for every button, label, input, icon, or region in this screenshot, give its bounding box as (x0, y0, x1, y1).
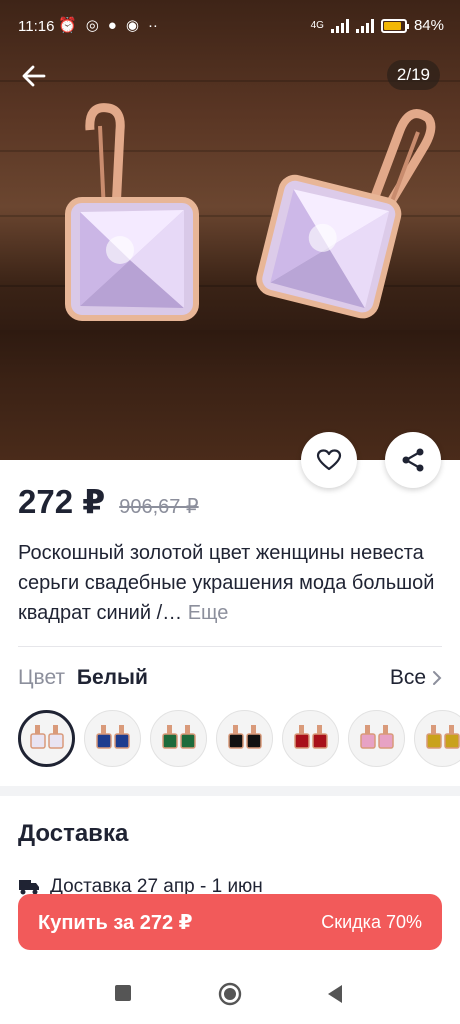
delivery-title: Доставка (18, 820, 129, 847)
discount-label: Скидка 70% (321, 911, 422, 932)
system-navigation-bar (0, 960, 460, 1024)
earring-thumbnail-icon (161, 724, 196, 749)
current-price: 272 ₽ (18, 483, 106, 520)
color-selector-header: Цвет Белый Все (18, 666, 442, 690)
image-counter: 2/19 (386, 60, 440, 90)
color-swatch-pink[interactable] (348, 710, 405, 767)
buy-label: Купить за 272 ₽ (38, 911, 193, 934)
sync-icon: ◉ (125, 17, 139, 34)
color-swatches (18, 710, 460, 767)
status-time: 11:16 (18, 18, 55, 35)
color-swatch-white[interactable] (18, 710, 75, 767)
share-icon (402, 448, 424, 472)
all-colors-link[interactable]: Все (390, 666, 442, 690)
viber-icon: ● (107, 17, 117, 34)
home-button[interactable] (218, 982, 242, 1006)
alarm-icon: ⏰ (58, 17, 77, 34)
color-swatch-green[interactable] (150, 710, 207, 767)
network-type: 4G (310, 20, 324, 31)
back-arrow-icon[interactable] (18, 60, 50, 92)
earring-thumbnail-icon (293, 724, 328, 749)
color-swatch-red[interactable] (282, 710, 339, 767)
earring-thumbnail-icon (359, 724, 394, 749)
battery-level (383, 21, 401, 30)
section-separator (0, 786, 460, 796)
more-dots-icon: ·· (147, 17, 158, 34)
recent-apps-button[interactable] (114, 984, 132, 1002)
chevron-right-icon (433, 671, 442, 685)
selected-color: Белый (76, 666, 148, 689)
favorite-button[interactable] (301, 432, 357, 488)
divider (18, 646, 442, 647)
signal-icon (330, 18, 349, 33)
price-row: 272 ₽ 906,67 ₽ (18, 482, 199, 521)
expand-title-link[interactable]: Еще (188, 602, 229, 624)
color-label-group: Цвет Белый (18, 666, 148, 690)
all-colors-label: Все (389, 666, 426, 689)
chat-icon: ◎ (85, 17, 99, 34)
share-button[interactable] (385, 432, 441, 488)
earring-thumbnail-icon (425, 724, 460, 749)
heart-icon (316, 449, 342, 471)
status-notification-icons: ⏰ ◎ ● ◉ ·· (58, 17, 158, 35)
product-image[interactable]: 2/19 (0, 0, 460, 460)
battery-icon (380, 18, 409, 33)
signal-icon-2 (355, 18, 374, 33)
buy-button[interactable]: Купить за 272 ₽ Скидка 70% (18, 894, 442, 950)
back-button[interactable] (326, 984, 344, 1004)
color-swatch-yellow[interactable] (414, 710, 460, 767)
status-right: 4G 84% (311, 17, 444, 34)
earring-thumbnail-icon (95, 724, 130, 749)
status-bar: 11:16 ⏰ ◎ ● ◉ ·· 4G 84% (0, 0, 460, 52)
old-price: 906,67 ₽ (119, 496, 199, 518)
earring-left-image (65, 103, 199, 321)
color-swatch-blue[interactable] (84, 710, 141, 767)
color-swatch-black[interactable] (216, 710, 273, 767)
product-title[interactable]: Роскошный золотой цвет женщины невеста с… (18, 538, 442, 628)
earring-right-image (256, 109, 436, 319)
earring-thumbnail-icon (29, 724, 64, 749)
color-label: Цвет (18, 666, 66, 689)
battery-percent: 84% (413, 17, 444, 34)
earring-thumbnail-icon (227, 724, 262, 749)
